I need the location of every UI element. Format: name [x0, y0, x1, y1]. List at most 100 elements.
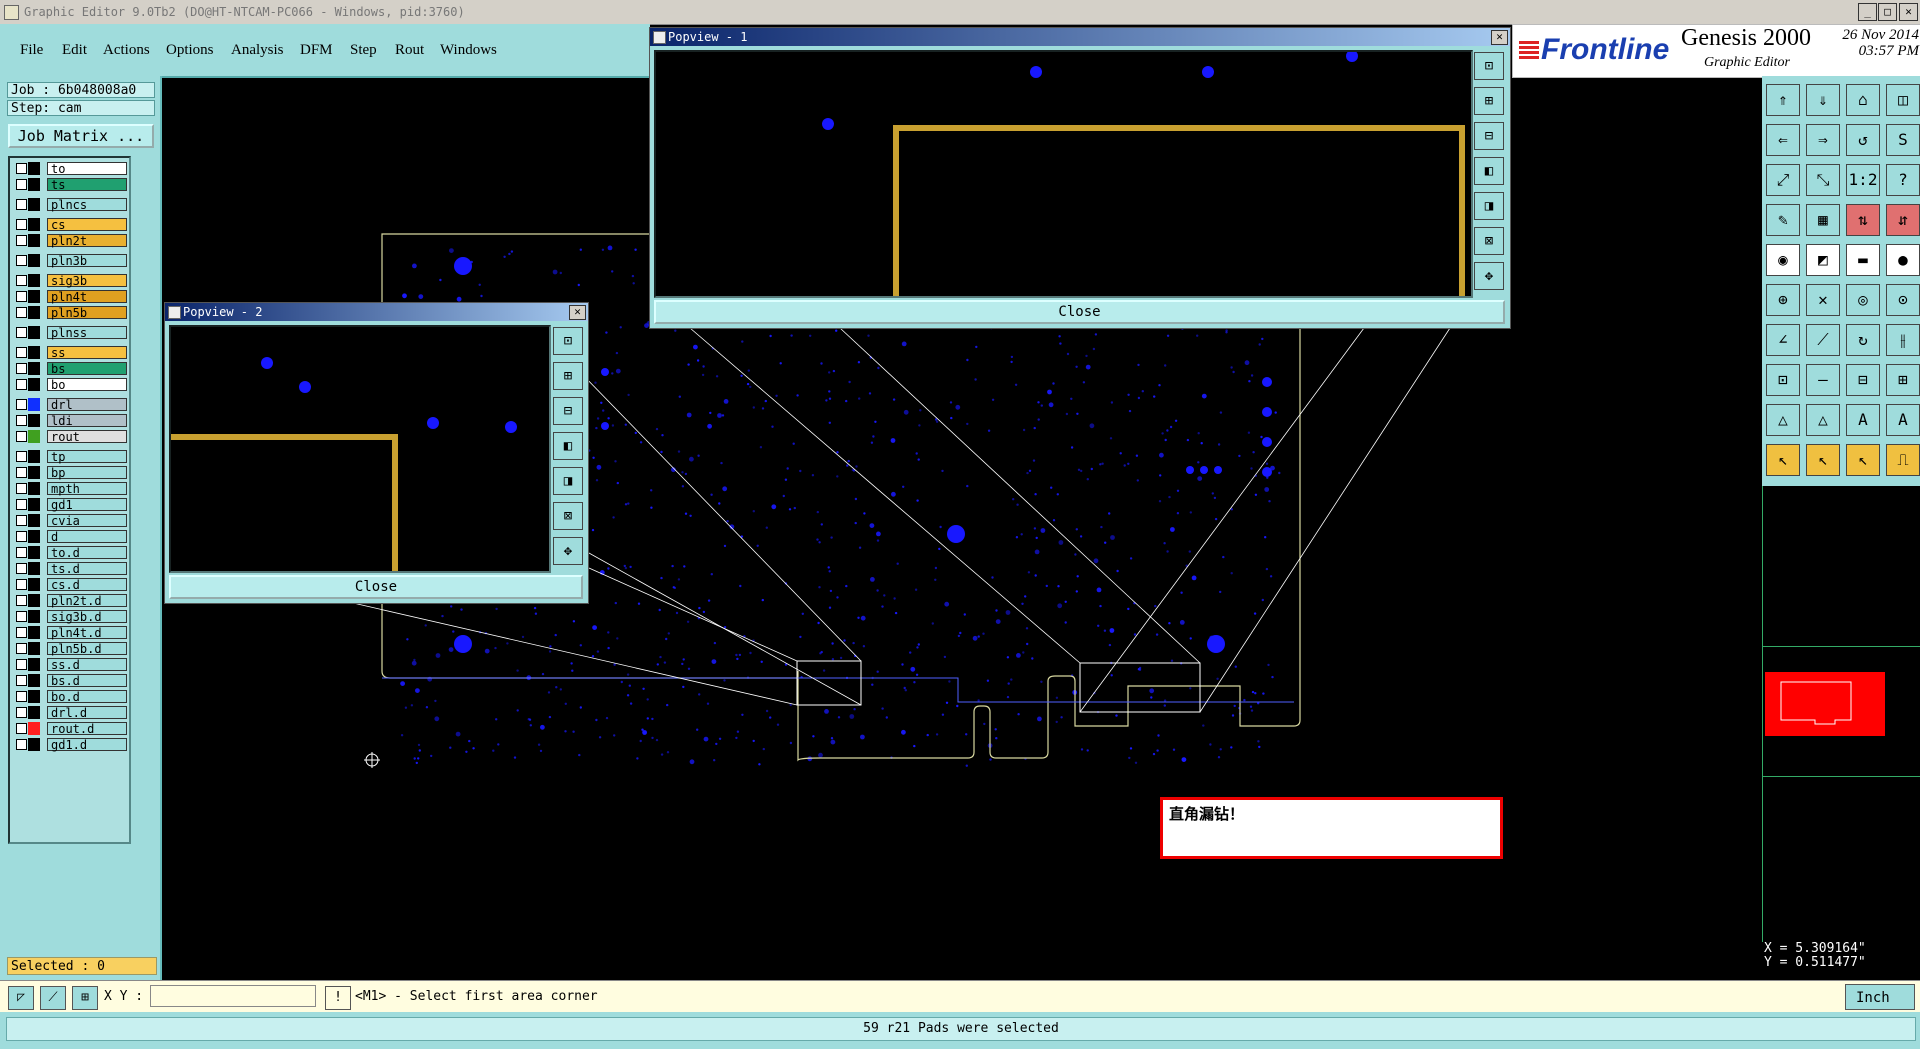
popview-1-canvas[interactable] [654, 50, 1473, 298]
layer-row[interactable]: pln2t [12, 234, 127, 248]
toolbar-tool-icon[interactable]: ⊕ [1766, 284, 1800, 316]
toolbar-tool-icon[interactable]: ⌂ [1846, 84, 1880, 116]
grid-tool-icon[interactable]: ⊞ [72, 986, 98, 1010]
layer-row[interactable]: pln5b [12, 306, 127, 320]
pv1-pan-left-icon[interactable]: ◧ [1474, 157, 1504, 185]
layer-name[interactable]: bs.d [47, 674, 127, 688]
layer-row[interactable]: pln3b [12, 254, 127, 268]
layer-checkbox[interactable] [16, 739, 27, 750]
menu-analysis[interactable]: Analysis [231, 42, 284, 59]
board-overview-thumbnail[interactable] [1765, 672, 1885, 736]
toolbar-tool-icon[interactable]: ↖ [1846, 444, 1880, 476]
layer-checkbox[interactable] [16, 691, 27, 702]
layer-checkbox[interactable] [16, 627, 27, 638]
layer-name[interactable]: sig3b.d [47, 610, 127, 624]
toolbar-tool-icon[interactable]: ↺ [1846, 124, 1880, 156]
toolbar-tool-icon[interactable]: ↖ [1766, 444, 1800, 476]
layer-name[interactable]: pln4t [47, 290, 127, 304]
layer-name[interactable]: bo [47, 378, 127, 392]
pv1-pan-right-icon[interactable]: ◨ [1474, 192, 1504, 220]
layer-checkbox[interactable] [16, 199, 27, 210]
layer-checkbox[interactable] [16, 675, 27, 686]
layer-name[interactable]: pln5b.d [47, 642, 127, 656]
layer-row[interactable]: pln2t.d [12, 594, 127, 608]
layer-checkbox[interactable] [16, 347, 27, 358]
layer-checkbox[interactable] [16, 275, 27, 286]
toolbar-tool-icon[interactable]: ⇒ [1806, 124, 1840, 156]
menu-step[interactable]: Step [350, 42, 377, 59]
layer-row[interactable]: ts.d [12, 562, 127, 576]
layer-checkbox[interactable] [16, 307, 27, 318]
toolbar-tool-icon[interactable]: ● [1886, 244, 1920, 276]
toolbar-tool-icon[interactable]: ⊡ [1766, 364, 1800, 396]
layer-name[interactable]: ss.d [47, 658, 127, 672]
layer-name[interactable]: ss [47, 346, 127, 360]
pv1-fit-icon[interactable]: ⊠ [1474, 227, 1504, 255]
popview-1-close-button[interactable]: Close [654, 300, 1505, 324]
popview-2-close-x[interactable]: ✕ [569, 305, 586, 320]
layer-row[interactable]: bs [12, 362, 127, 376]
toolbar-tool-icon[interactable]: ↖ [1806, 444, 1840, 476]
toolbar-tool-icon[interactable]: ⤡ [1806, 164, 1840, 196]
layer-checkbox[interactable] [16, 611, 27, 622]
toolbar-tool-icon[interactable]: ? [1886, 164, 1920, 196]
layer-row[interactable]: pln4t.d [12, 626, 127, 640]
layer-row[interactable]: pln4t [12, 290, 127, 304]
layer-name[interactable]: gd1.d [47, 738, 127, 752]
menu-rout[interactable]: Rout [395, 42, 424, 59]
minimize-button[interactable]: _ [1858, 3, 1877, 21]
layer-row[interactable]: cs.d [12, 578, 127, 592]
layer-row[interactable]: ss [12, 346, 127, 360]
layer-name[interactable]: pln2t [47, 234, 127, 248]
toolbar-tool-icon[interactable]: ⎍ [1886, 444, 1920, 476]
layer-name[interactable]: to [47, 162, 127, 176]
layer-name[interactable]: d [47, 530, 127, 544]
layer-row[interactable]: tp [12, 450, 127, 464]
menu-edit[interactable]: Edit [62, 42, 87, 59]
layer-checkbox[interactable] [16, 379, 27, 390]
pv2-fit-icon[interactable]: ⊠ [553, 502, 583, 530]
layer-name[interactable]: cs [47, 218, 127, 232]
layer-checkbox[interactable] [16, 399, 27, 410]
layer-checkbox[interactable] [16, 255, 27, 266]
layer-name[interactable]: pln2t.d [47, 594, 127, 608]
menu-dfm[interactable]: DFM [300, 42, 333, 59]
layer-row[interactable]: to.d [12, 546, 127, 560]
layer-name[interactable]: plncs [47, 198, 127, 212]
layer-checkbox[interactable] [16, 179, 27, 190]
layer-row[interactable]: mpth [12, 482, 127, 496]
layer-checkbox[interactable] [16, 643, 27, 654]
layer-checkbox[interactable] [16, 547, 27, 558]
layer-checkbox[interactable] [16, 595, 27, 606]
toolbar-tool-icon[interactable]: △ [1806, 404, 1840, 436]
toolbar-tool-icon[interactable]: ▦ [1806, 204, 1840, 236]
layer-checkbox[interactable] [16, 515, 27, 526]
layer-row[interactable]: plnss [12, 326, 127, 340]
layer-name[interactable]: rout [47, 430, 127, 444]
toolbar-tool-icon[interactable]: ◫ [1886, 84, 1920, 116]
toolbar-tool-icon[interactable]: ⫲ [1886, 324, 1920, 356]
pv2-pan-left-icon[interactable]: ◧ [553, 432, 583, 460]
layer-checkbox[interactable] [16, 707, 27, 718]
popview-1-close-x[interactable]: ✕ [1491, 30, 1508, 45]
layer-name[interactable]: ldi [47, 414, 127, 428]
pv2-expand-icon[interactable]: ✥ [553, 537, 583, 565]
toolbar-tool-icon[interactable]: ⇐ [1766, 124, 1800, 156]
pv1-expand-icon[interactable]: ✥ [1474, 262, 1504, 290]
maximize-button[interactable]: □ [1878, 3, 1897, 21]
layer-row[interactable]: sig3b [12, 274, 127, 288]
pv2-zoom-home-icon[interactable]: ⊡ [553, 327, 583, 355]
toolbar-tool-icon[interactable]: — [1806, 364, 1840, 396]
menu-options[interactable]: Options [166, 42, 214, 59]
layer-name[interactable]: tp [47, 450, 127, 464]
layer-checkbox[interactable] [16, 563, 27, 574]
toolbar-tool-icon[interactable]: ◩ [1806, 244, 1840, 276]
menu-file[interactable]: File [20, 42, 43, 59]
popview-2-canvas[interactable] [169, 325, 551, 573]
toolbar-tool-icon[interactable]: ⇅ [1846, 204, 1880, 236]
layer-name[interactable]: gd1 [47, 498, 127, 512]
layer-checkbox[interactable] [16, 363, 27, 374]
layer-row[interactable]: bo.d [12, 690, 127, 704]
xy-input[interactable] [150, 985, 316, 1007]
layer-row[interactable]: pln5b.d [12, 642, 127, 656]
